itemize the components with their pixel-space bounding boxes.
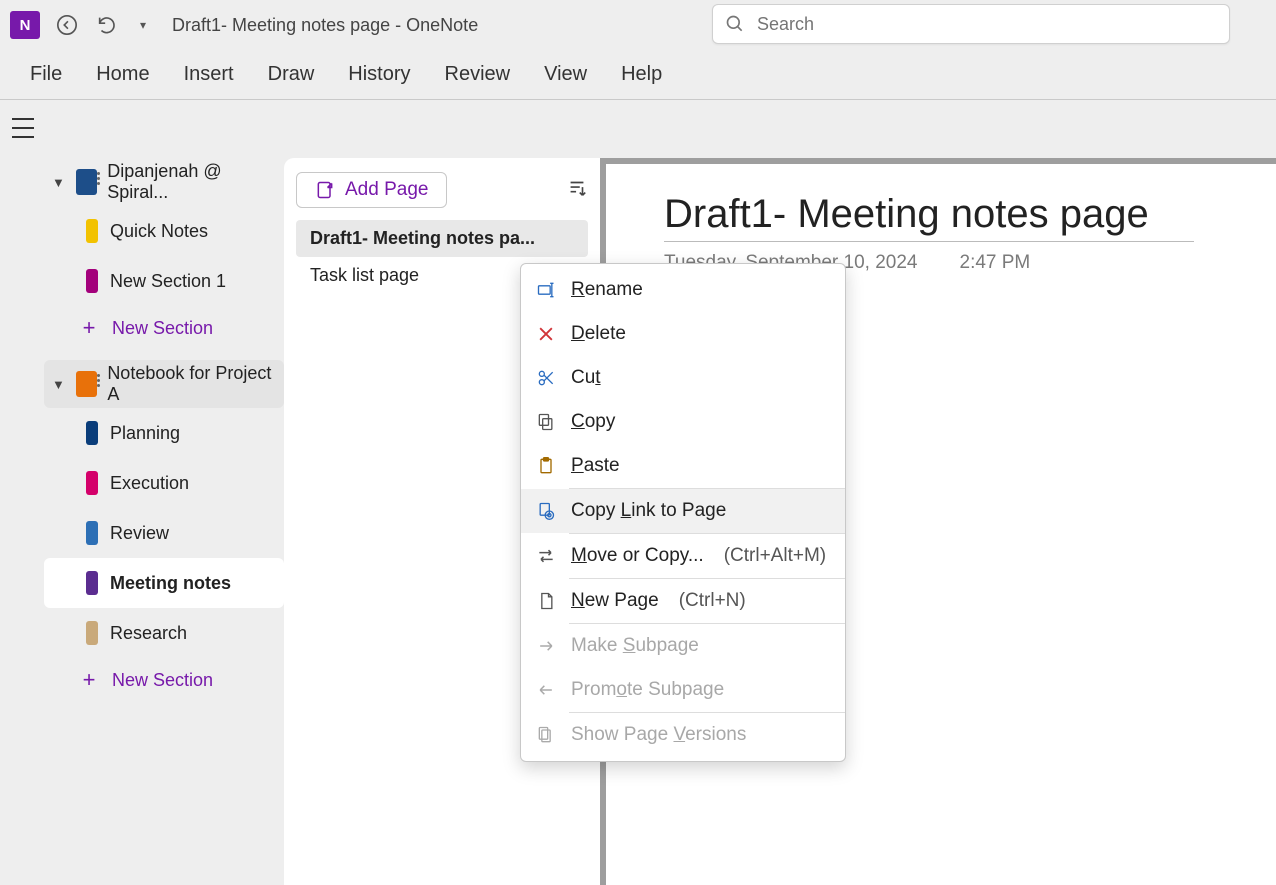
menu-help[interactable]: Help: [621, 63, 662, 86]
notebook-row[interactable]: ▼ Dipanjenah @ Spiral...: [44, 158, 284, 206]
context-menu-label: Copy: [571, 411, 615, 433]
add-page-button[interactable]: Add Page: [296, 172, 447, 208]
sort-button[interactable]: [566, 177, 588, 204]
menu-insert[interactable]: Insert: [184, 63, 234, 86]
page-item-selected[interactable]: Draft1- Meeting notes pa...: [296, 220, 588, 257]
notebook-name: Dipanjenah @ Spiral...: [107, 161, 284, 203]
page-title[interactable]: Draft1- Meeting notes page: [664, 192, 1194, 242]
section-color-tab: [86, 219, 98, 243]
plus-icon: +: [80, 667, 98, 693]
hamburger-icon[interactable]: [12, 118, 36, 138]
link-icon: [535, 500, 557, 522]
section-row[interactable]: Execution: [44, 458, 284, 508]
context-menu-label: New Page: [571, 590, 659, 612]
search-input[interactable]: [757, 14, 1217, 35]
new-page-icon: [315, 180, 335, 200]
rename-icon: [535, 279, 557, 301]
new-section-label: New Section: [112, 670, 213, 691]
menu-draw[interactable]: Draw: [268, 63, 315, 86]
page-context-menu: Rename Delete Cut Copy Paste Copy Link to Pag…: [520, 263, 846, 762]
context-menu-item-newpage[interactable]: New Page (Ctrl+N): [521, 579, 845, 623]
context-menu-item-cut[interactable]: Cut: [521, 356, 845, 400]
search-box[interactable]: [712, 4, 1230, 44]
qat-dropdown[interactable]: ▾: [134, 18, 152, 32]
context-menu-label: Delete: [571, 323, 626, 345]
sort-icon: [566, 177, 588, 199]
section-row[interactable]: New Section 1: [44, 256, 284, 306]
context-menu-item-move[interactable]: Move or Copy... (Ctrl+Alt+M): [521, 534, 845, 578]
section-label: Planning: [110, 423, 180, 444]
move-icon: [535, 545, 557, 567]
section-row[interactable]: Quick Notes: [44, 206, 284, 256]
section-label: Review: [110, 523, 169, 544]
notebook-sidebar: ▼ Dipanjenah @ Spiral... Quick Notes New…: [44, 100, 284, 885]
chevron-down-icon: ▼: [52, 377, 66, 392]
context-menu-item-delete[interactable]: Delete: [521, 312, 845, 356]
menu-file[interactable]: File: [30, 63, 62, 86]
section-row[interactable]: Review: [44, 508, 284, 558]
menu-review[interactable]: Review: [445, 63, 511, 86]
undo-button[interactable]: [94, 12, 120, 38]
cut-icon: [535, 367, 557, 389]
section-color-tab: [86, 621, 98, 645]
search-icon: [725, 14, 745, 34]
section-label: Quick Notes: [110, 221, 208, 242]
menu-history[interactable]: History: [348, 63, 410, 86]
context-menu-item-copy[interactable]: Copy: [521, 400, 845, 444]
context-menu-label: Rename: [571, 279, 643, 301]
context-menu-item-paste[interactable]: Paste: [521, 444, 845, 488]
context-menu-label: Cut: [571, 367, 601, 389]
window-title: Draft1- Meeting notes page - OneNote: [172, 15, 478, 36]
context-menu-shortcut: (Ctrl+Alt+M): [724, 545, 826, 567]
section-color-tab: [86, 471, 98, 495]
back-button[interactable]: [54, 12, 80, 38]
context-menu-item-right: Make Subpage: [521, 624, 845, 668]
context-menu-label: Paste: [571, 455, 620, 477]
menu-bar: File Home Insert Draw History Review Vie…: [0, 50, 1276, 100]
context-menu-item-left: Promote Subpage: [521, 668, 845, 712]
menu-view[interactable]: View: [544, 63, 587, 86]
page-time: 2:47 PM: [960, 252, 1031, 274]
context-menu-item-versions: Show Page Versions: [521, 713, 845, 757]
notebook-icon: [76, 169, 98, 195]
section-label: Execution: [110, 473, 189, 494]
section-row[interactable]: Planning: [44, 408, 284, 458]
section-color-tab: [86, 421, 98, 445]
context-menu-label: Move or Copy...: [571, 545, 704, 567]
context-menu-label: Copy Link to Page: [571, 500, 726, 522]
context-menu-label: Promote Subpage: [571, 679, 724, 701]
section-row[interactable]: Research: [44, 608, 284, 658]
section-label: Research: [110, 623, 187, 644]
newpage-icon: [535, 590, 557, 612]
notebook-name: Notebook for Project A: [107, 363, 284, 405]
section-label: New Section 1: [110, 271, 226, 292]
delete-icon: [535, 323, 557, 345]
section-color-tab: [86, 521, 98, 545]
app-icon: N: [10, 11, 40, 39]
context-menu-item-link[interactable]: Copy Link to Page: [521, 489, 845, 533]
right-icon: [535, 635, 557, 657]
paste-icon: [535, 455, 557, 477]
section-color-tab: [86, 269, 98, 293]
context-menu-shortcut: (Ctrl+N): [679, 590, 746, 612]
context-menu-item-rename[interactable]: Rename: [521, 268, 845, 312]
new-section-button[interactable]: + New Section: [44, 658, 284, 702]
chevron-down-icon: ▼: [52, 175, 66, 190]
notebook-row[interactable]: ▼ Notebook for Project A: [44, 360, 284, 408]
context-menu-label: Make Subpage: [571, 635, 699, 657]
new-section-button[interactable]: + New Section: [44, 306, 284, 350]
left-icon: [535, 679, 557, 701]
context-menu-label: Show Page Versions: [571, 724, 746, 746]
new-section-label: New Section: [112, 318, 213, 339]
versions-icon: [535, 724, 557, 746]
menu-home[interactable]: Home: [96, 63, 149, 86]
add-page-label: Add Page: [345, 179, 428, 201]
copy-icon: [535, 411, 557, 433]
notebook-icon: [76, 371, 98, 397]
section-color-tab: [86, 571, 98, 595]
plus-icon: +: [80, 315, 98, 341]
section-row-selected[interactable]: Meeting notes: [44, 558, 284, 608]
section-label: Meeting notes: [110, 573, 231, 594]
